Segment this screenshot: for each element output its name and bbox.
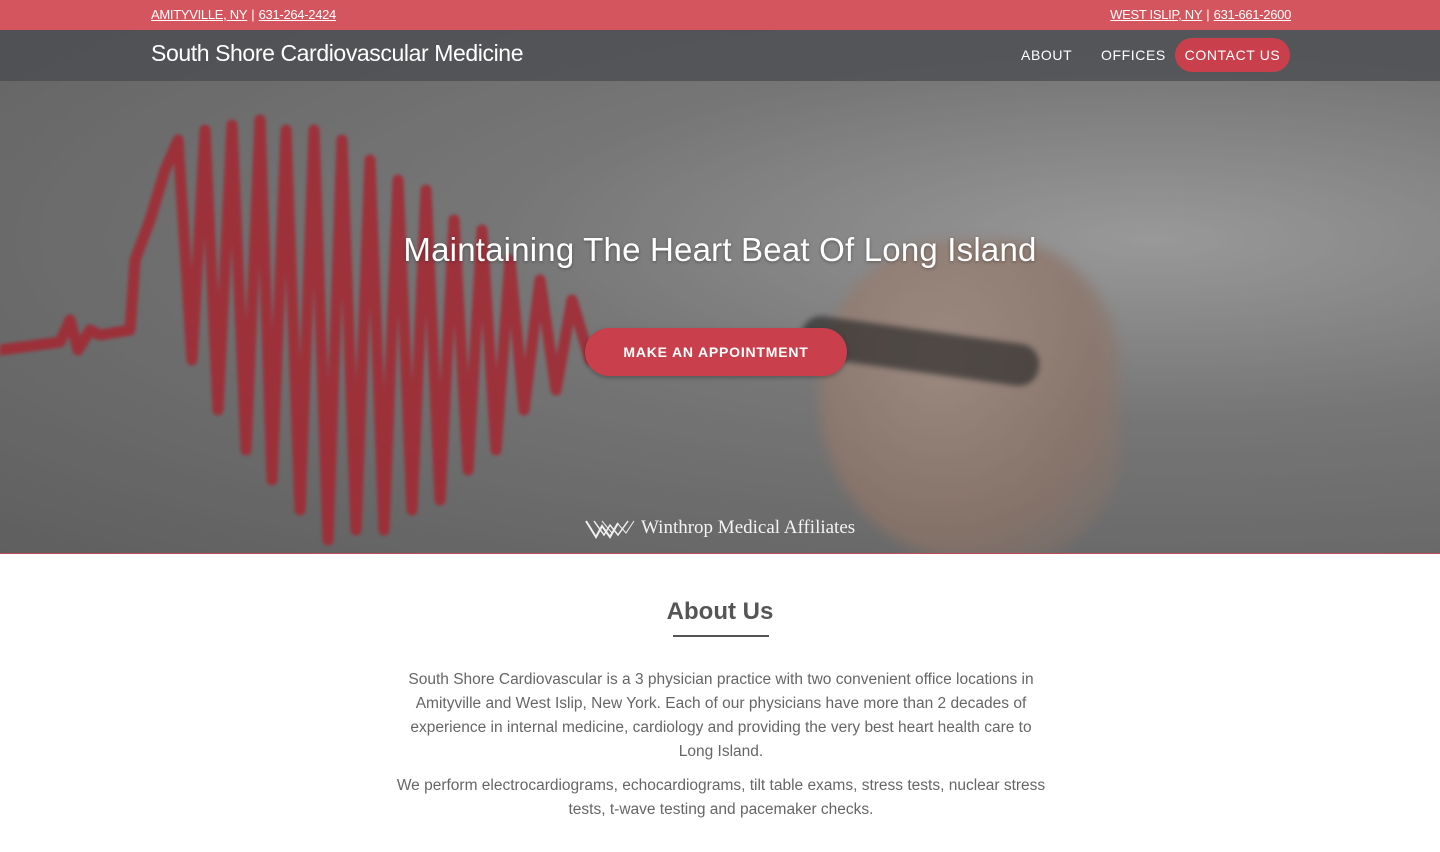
amityville-phone-link[interactable]: 631-264-2424: [259, 7, 337, 22]
hero-headline: Maintaining The Heart Beat Of Long Islan…: [403, 231, 1037, 268]
nav-offices[interactable]: OFFICES: [1101, 47, 1166, 63]
hero-banner: Maintaining The Heart Beat Of Long Islan…: [0, 30, 1440, 554]
west-islip-phone-link[interactable]: 631-661-2600: [1214, 7, 1292, 22]
separator: |: [1206, 7, 1210, 22]
amityville-contact: AMITYVILLE, NY | 631-264-2424: [151, 7, 336, 22]
nav-about[interactable]: ABOUT: [1021, 47, 1072, 63]
separator: |: [251, 7, 255, 22]
top-contact-bar: AMITYVILLE, NY | 631-264-2424 WEST ISLIP, …: [0, 0, 1440, 30]
services-paragraph: We perform electrocardiograms, echocardi…: [396, 777, 1046, 818]
site-brand[interactable]: South Shore Cardiovascular Medicine: [151, 40, 523, 67]
west-islip-link[interactable]: WEST ISLIP, NY: [1110, 7, 1202, 22]
contact-us-button[interactable]: CONTACT US: [1175, 38, 1290, 72]
west-islip-contact: WEST ISLIP, NY | 631-661-2600: [1110, 7, 1291, 22]
hero-overlay: [0, 30, 1440, 553]
about-title-underline: [673, 635, 769, 637]
about-title: About Us: [666, 598, 774, 625]
main-navbar: South Shore Cardiovascular Medicine ABOU…: [0, 30, 1440, 81]
winthrop-logo-icon: [585, 520, 635, 539]
affiliate-name: Winthrop Medical Affiliates: [641, 517, 856, 538]
amityville-link[interactable]: AMITYVILLE, NY: [151, 7, 248, 22]
make-appointment-button[interactable]: MAKE AN APPOINTMENT: [585, 328, 847, 376]
about-paragraph: South Shore Cardiovascular is a 3 physic…: [408, 671, 1034, 760]
